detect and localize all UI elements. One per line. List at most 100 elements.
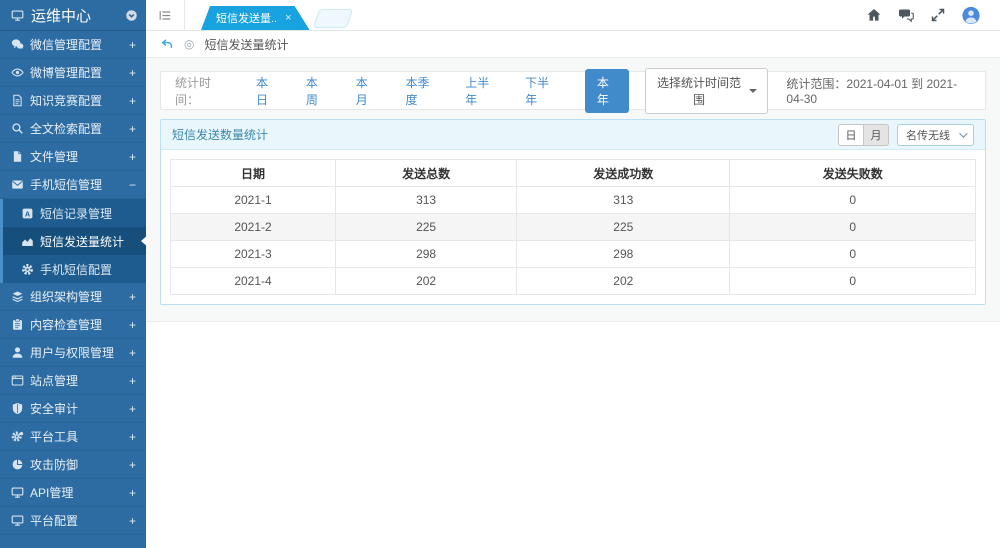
sidebar-item[interactable]: 站点管理+ [0,367,146,395]
monitor-icon [10,8,24,22]
select-range-label: 选择统计时间范围 [656,74,743,108]
filter-option[interactable]: 下半年 [525,74,555,108]
expander-icon[interactable]: + [129,430,136,444]
sidebar: 运维中心 微信管理配置+微博管理配置+知识竞赛配置+全文检索配置+文件管理+手机… [0,0,146,548]
sidebar-subitem[interactable]: A短信记录管理 [3,199,146,227]
eye-icon: ◎ [184,37,194,51]
org-icon [10,290,24,304]
expander-icon[interactable]: + [129,38,136,52]
table-cell: 0 [730,268,976,295]
document-icon [10,94,24,108]
sidebar-item[interactable]: 内容检查管理 + [0,311,146,339]
filter-option[interactable]: 本日 [256,74,276,108]
sidebar-item-label: 手机短信管理 [30,176,102,193]
monitor-icon [10,486,24,500]
filter-option[interactable]: 本月 [356,74,376,108]
table-cell: 202 [517,268,730,295]
sidebar-item-label: 微信管理配置 [30,36,102,53]
tab-close-icon[interactable]: × [285,12,291,24]
sidebar-item[interactable]: 安全审计 + [0,395,146,423]
back-arrow-icon[interactable] [160,37,174,51]
search-icon [10,122,24,136]
sidebar-submenu: A短信记录管理短信发送量统计手机短信配置 [0,199,146,283]
expander-icon[interactable]: + [129,346,136,360]
main-area: 短信发送量.. × ◎ 短信发送量统计 统计时间： 本日本周本月本季度上半年下半… [146,0,1000,548]
sidebar-item-label: 平台工具 [30,428,78,445]
weibo-icon [10,66,24,80]
sidebar-item[interactable]: 知识竞赛配置+ [0,87,146,115]
breadcrumb: ◎ 短信发送量统计 [146,31,1000,58]
chevron-circle-down-icon[interactable] [124,8,138,22]
expander-icon[interactable]: + [129,514,136,528]
table-header-cell: 日期 [171,160,336,187]
select-range-button[interactable]: 选择统计时间范围 [645,68,769,114]
expander-icon[interactable]: + [129,94,136,108]
table-cell: 2021-2 [171,214,336,241]
browser-icon [10,374,24,388]
expander-icon[interactable]: − [129,178,136,192]
expander-icon[interactable]: + [129,150,136,164]
expander-icon[interactable]: + [129,374,136,388]
filter-option[interactable]: 本季度 [406,74,436,108]
expander-icon[interactable]: + [129,122,136,136]
content: 统计时间： 本日本周本月本季度上半年下半年本年 选择统计时间范围 统计范围：20… [146,58,1000,322]
table-cell: 0 [730,241,976,268]
table-header-cell: 发送成功数 [517,160,730,187]
user-avatar[interactable] [962,6,980,24]
panel-title: 短信发送数量统计 [172,126,268,143]
sidebar-item-label: 微博管理配置 [30,64,102,81]
table-cell: 225 [336,214,517,241]
sidebar-item[interactable]: 组织架构管理 + [0,283,146,311]
expander-icon[interactable]: + [129,458,136,472]
expander-icon[interactable]: + [129,486,136,500]
sidebar-item[interactable]: 微信管理配置 + [0,31,146,59]
table-head: 日期发送总数发送成功数发送失败数 [171,160,976,187]
sidebar-subitem[interactable]: 手机短信配置 [3,255,146,283]
expander-icon[interactable]: + [129,66,136,80]
table-cell: 313 [517,187,730,214]
sidebar-item-label: 内容检查管理 [30,316,102,333]
tab-sms-volume[interactable]: 短信发送量.. × [201,6,310,30]
channel-select[interactable]: 名传无线 [897,124,974,146]
tab-label: 短信发送量.. [216,10,277,26]
table-cell: 313 [336,187,517,214]
shield-icon [10,402,24,416]
sidebar-item-label: 安全审计 [30,400,78,417]
sidebar-item-label: 组织架构管理 [30,288,102,305]
table-row: 2021-22252250 [171,214,976,241]
day-toggle-button[interactable]: 日 [838,124,864,146]
home-icon[interactable] [866,6,882,24]
sidebar-item[interactable]: 平台配置 + [0,507,146,535]
expander-icon[interactable]: + [129,318,136,332]
comments-icon[interactable] [898,6,914,24]
sidebar-item[interactable]: 手机短信管理 − [0,171,146,199]
filter-option[interactable]: 上半年 [465,74,495,108]
sidebar-item[interactable]: API管理 + [0,479,146,507]
day-month-toggle: 日 月 [838,124,889,146]
channel-select-value: 名传无线 [906,127,950,143]
filter-option[interactable]: 本年 [585,69,629,113]
expand-icon[interactable] [930,6,946,24]
expander-icon[interactable]: + [129,290,136,304]
sidebar-item-label: API管理 [30,484,73,501]
filter-bar: 统计时间： 本日本周本月本季度上半年下半年本年 选择统计时间范围 统计范围：20… [160,71,986,110]
expander-icon[interactable]: + [129,402,136,416]
panel-header: 短信发送数量统计 日 月 名传无线 [161,120,985,150]
sidebar-subitem[interactable]: 短信发送量统计 [3,227,146,255]
month-toggle-button[interactable]: 月 [863,124,889,146]
sidebar-item[interactable]: 微博管理配置 + [0,59,146,87]
stats-table: 日期发送总数发送成功数发送失败数 2021-131331302021-22252… [170,159,976,295]
table-header-cell: 发送失败数 [730,160,976,187]
sidebar-item[interactable]: 用户与权限管理+ [0,339,146,367]
filter-option[interactable]: 本周 [306,74,326,108]
sidebar-item[interactable]: 文件管理+ [0,143,146,171]
sidebar-item[interactable]: 平台工具 + [0,423,146,451]
table-cell: 2021-3 [171,241,336,268]
sidebar-item-label: 平台配置 [30,512,78,529]
menu-fold-icon[interactable] [158,8,172,22]
chevron-down-icon [959,129,967,137]
table-cell: 2021-4 [171,268,336,295]
sidebar-item[interactable]: 攻击防御+ [0,451,146,479]
sidebar-item[interactable]: 全文检索配置+ [0,115,146,143]
table-body: 2021-131331302021-222522502021-329829802… [171,187,976,295]
